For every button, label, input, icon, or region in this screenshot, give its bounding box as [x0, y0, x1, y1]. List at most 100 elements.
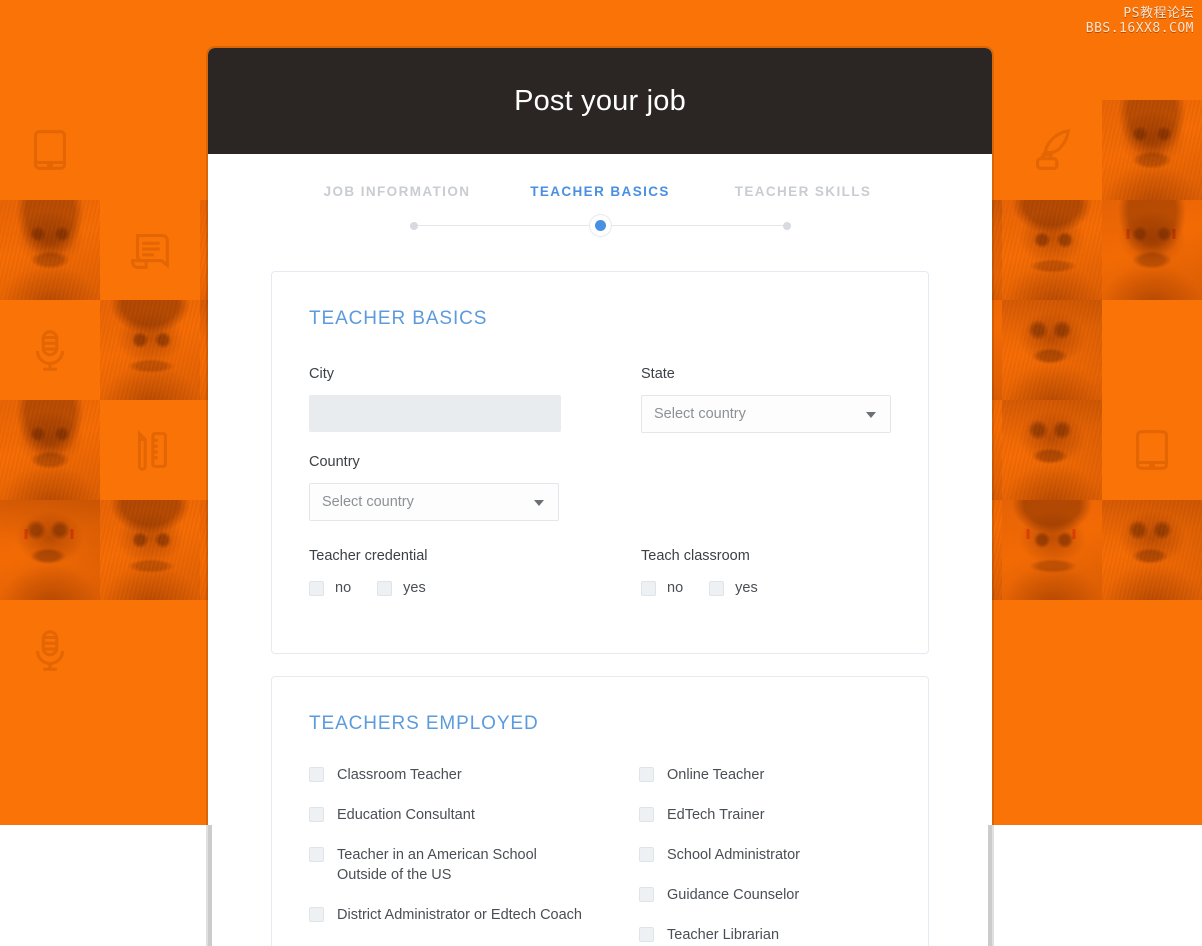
- list-item-label: Guidance Counselor: [667, 887, 800, 903]
- checkbox-icon[interactable]: [309, 807, 324, 822]
- list-item[interactable]: District Administrator or Edtech Coach: [309, 905, 639, 945]
- step-dot-job-information[interactable]: [409, 221, 418, 230]
- tab-job-information[interactable]: JOB INFORMATION: [296, 184, 499, 199]
- option-label: yes: [403, 580, 426, 596]
- tab-teacher-basics[interactable]: TEACHER BASICS: [499, 184, 702, 199]
- teachers-employed-card: TEACHERS EMPLOYED Classroom Teacher Educ…: [271, 676, 929, 946]
- tab-teacher-skills[interactable]: TEACHER SKILLS: [702, 184, 905, 199]
- list-item-label: School Administrator: [667, 847, 800, 863]
- teacher-credential-option-yes[interactable]: yes: [377, 580, 426, 596]
- chevron-down-icon: [866, 412, 876, 418]
- list-item-label: District Administrator or Edtech Coach: [337, 907, 582, 923]
- list-item[interactable]: EdTech Trainer: [639, 805, 891, 845]
- mosaic-portrait-tile: [1001, 400, 1103, 500]
- state-select[interactable]: Select country: [641, 395, 891, 433]
- step-dot-teacher-basics[interactable]: [594, 220, 606, 231]
- step-connector-line-1: [417, 225, 590, 226]
- modal-title: Post your job: [514, 84, 686, 117]
- teach-classroom-option-yes[interactable]: yes: [709, 580, 758, 596]
- teach-classroom-options: no yes: [641, 580, 893, 596]
- mosaic-portrait-tile: [100, 500, 201, 600]
- scrollbar-rail-left[interactable]: [208, 825, 212, 946]
- country-row-spacer: [641, 454, 893, 521]
- credential-classroom-row: Teacher credential no yes Teach classroo…: [309, 548, 891, 596]
- country-field-group: Country Select country: [309, 454, 641, 521]
- state-label: State: [641, 366, 675, 382]
- post-your-job-modal: Post your job JOB INFORMATION TEACHER BA…: [208, 48, 992, 946]
- checkbox-icon[interactable]: [639, 887, 654, 902]
- checkbox-icon[interactable]: [309, 907, 324, 922]
- list-item[interactable]: Guidance Counselor: [639, 885, 891, 925]
- teach-classroom-option-no[interactable]: no: [641, 580, 683, 596]
- mosaic-portrait-tile: [0, 200, 101, 300]
- list-item[interactable]: Teacher in an American School Outside of…: [309, 845, 639, 905]
- list-item-label: Classroom Teacher: [337, 767, 462, 783]
- list-item-label: Teacher Librarian: [667, 927, 780, 943]
- list-item[interactable]: Education Consultant: [309, 805, 639, 845]
- option-label: no: [667, 580, 684, 596]
- pencil-ruler-icon: [100, 400, 201, 500]
- city-state-row: City State Select country: [309, 366, 891, 433]
- checkbox-icon[interactable]: [639, 847, 654, 862]
- mosaic-portrait-tile: [0, 500, 101, 600]
- teach-classroom-group: Teach classroom no yes: [641, 548, 893, 596]
- state-field-group: State Select country: [641, 366, 893, 433]
- checkbox-icon[interactable]: [377, 580, 393, 596]
- mosaic-portrait-tile: [1102, 200, 1202, 300]
- checkbox-icon[interactable]: [309, 767, 324, 782]
- watermark-line-1: PS教程论坛: [1123, 6, 1194, 21]
- mosaic-portrait-tile: [1001, 200, 1103, 300]
- list-item-label: EdTech Trainer: [667, 807, 765, 823]
- step-progress-track: [208, 220, 992, 231]
- country-row: Country Select country: [309, 454, 891, 521]
- teach-classroom-label: Teach classroom: [641, 548, 750, 564]
- checkbox-icon[interactable]: [309, 580, 324, 596]
- checkbox-icon[interactable]: [639, 767, 654, 782]
- teachers-employed-right-column: Online Teacher EdTech Trainer School Adm…: [639, 765, 891, 946]
- country-select-value: Select country: [322, 494, 414, 510]
- watermark-line-2: BBS.16XX8.COM: [1085, 21, 1194, 36]
- microphone-icon: [0, 600, 101, 700]
- modal-body: JOB INFORMATION TEACHER BASICS TEACHER S…: [208, 154, 992, 946]
- chevron-down-icon: [534, 500, 544, 506]
- watermark: PS教程论坛 BBS.16XX8.COM: [1086, 6, 1194, 36]
- tablet-icon: [1102, 400, 1202, 500]
- city-input[interactable]: [309, 395, 561, 432]
- list-item-label: Online Teacher: [667, 767, 765, 783]
- step-connector-line-2: [610, 225, 783, 226]
- checkbox-icon[interactable]: [309, 847, 324, 862]
- state-select-value: Select country: [654, 406, 746, 422]
- checkbox-icon[interactable]: [641, 580, 656, 596]
- option-label: yes: [735, 580, 758, 596]
- microphone-icon: [0, 300, 101, 400]
- checkbox-icon[interactable]: [639, 807, 654, 822]
- country-select[interactable]: Select country: [309, 483, 559, 521]
- step-dot-teacher-skills[interactable]: [782, 221, 791, 230]
- country-label: Country: [309, 454, 360, 470]
- checkbox-icon[interactable]: [709, 580, 725, 596]
- teacher-credential-label: Teacher credential: [309, 548, 428, 564]
- list-item[interactable]: Teacher Librarian: [639, 925, 891, 946]
- step-tabs: JOB INFORMATION TEACHER BASICS TEACHER S…: [208, 154, 992, 199]
- list-item[interactable]: Classroom Teacher: [309, 765, 639, 805]
- teacher-credential-option-no[interactable]: no: [309, 580, 351, 596]
- scrollbar-rail-right[interactable]: [988, 825, 992, 946]
- mosaic-portrait-tile: [1102, 500, 1202, 600]
- teacher-basics-card: TEACHER BASICS City State Select country: [271, 271, 929, 654]
- list-item-label: Teacher in an American School Outside of…: [337, 847, 537, 883]
- teachers-employed-options: Classroom Teacher Education Consultant T…: [309, 765, 891, 946]
- mosaic-blank-tile: [1102, 300, 1202, 400]
- checkbox-icon[interactable]: [639, 927, 654, 942]
- mosaic-portrait-tile: [0, 400, 101, 500]
- page-root: V t PS教程论坛 BBS.16XX8.COM Post your job J…: [0, 0, 1202, 946]
- mosaic-portrait-tile: [1001, 300, 1103, 400]
- list-item[interactable]: School Administrator: [639, 845, 891, 885]
- city-label: City: [309, 366, 334, 382]
- teacher-credential-group: Teacher credential no yes: [309, 548, 641, 596]
- mosaic-portrait-tile: [1001, 500, 1103, 600]
- teachers-employed-left-column: Classroom Teacher Education Consultant T…: [309, 765, 639, 946]
- teachers-employed-heading: TEACHERS EMPLOYED: [309, 713, 539, 734]
- list-item[interactable]: Online Teacher: [639, 765, 891, 805]
- scroll-document-icon: [100, 200, 201, 300]
- modal-header: Post your job: [208, 48, 992, 154]
